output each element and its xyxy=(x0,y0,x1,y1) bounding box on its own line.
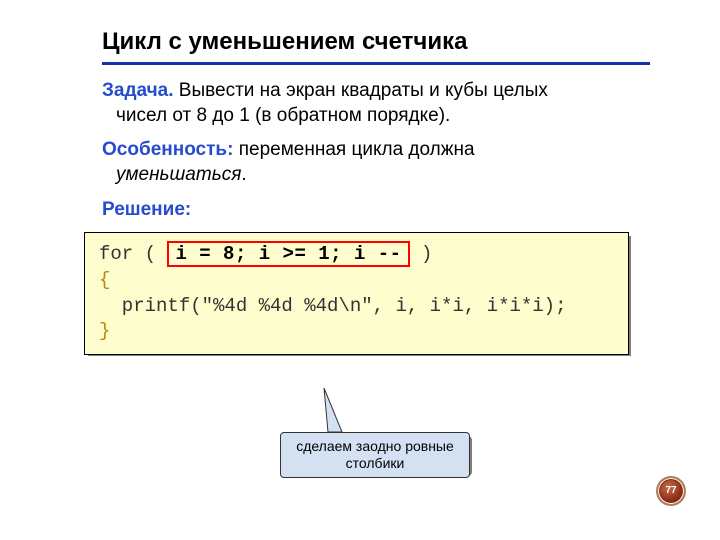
solution-label: Решение: xyxy=(102,198,650,223)
callout-line-2: столбики xyxy=(287,455,463,472)
callout-container: сделаем заодно ровные столбики xyxy=(280,432,470,478)
code-line-2: { xyxy=(99,268,614,294)
feature-paragraph: Особенность: переменная цикла должна уме… xyxy=(102,138,650,187)
task-text-2: чисел от 8 до 1 (в обратном порядке). xyxy=(102,104,650,129)
code-block: for ( i = 8; i >= 1; i -- ) { printf("%4… xyxy=(84,232,629,355)
feature-label: Особенность: xyxy=(102,139,233,160)
code-line-3: printf("%4d %4d %4d\n", i, i*i, i*i*i); xyxy=(99,294,614,320)
task-paragraph: Задача. Вывести на экран квадраты и кубы… xyxy=(102,79,650,128)
code-line-1: for ( i = 8; i >= 1; i -- ) xyxy=(99,242,614,268)
page-number-badge: 77 xyxy=(656,476,686,506)
callout-line-1: сделаем заодно ровные xyxy=(287,438,463,455)
callout-box: сделаем заодно ровные столбики xyxy=(280,432,470,478)
task-text-1: Вывести на экран квадраты и кубы целых xyxy=(174,80,548,101)
feature-text-1: переменная цикла должна xyxy=(233,139,474,160)
slide-title: Цикл с уменьшением счетчика xyxy=(102,28,650,65)
code-line-4: } xyxy=(99,319,614,345)
feature-text-2: уменьшаться. xyxy=(102,163,650,188)
task-label: Задача. xyxy=(102,80,174,101)
loop-header-highlight: i = 8; i >= 1; i -- xyxy=(167,241,409,267)
code-block-container: for ( i = 8; i >= 1; i -- ) { printf("%4… xyxy=(84,232,650,355)
